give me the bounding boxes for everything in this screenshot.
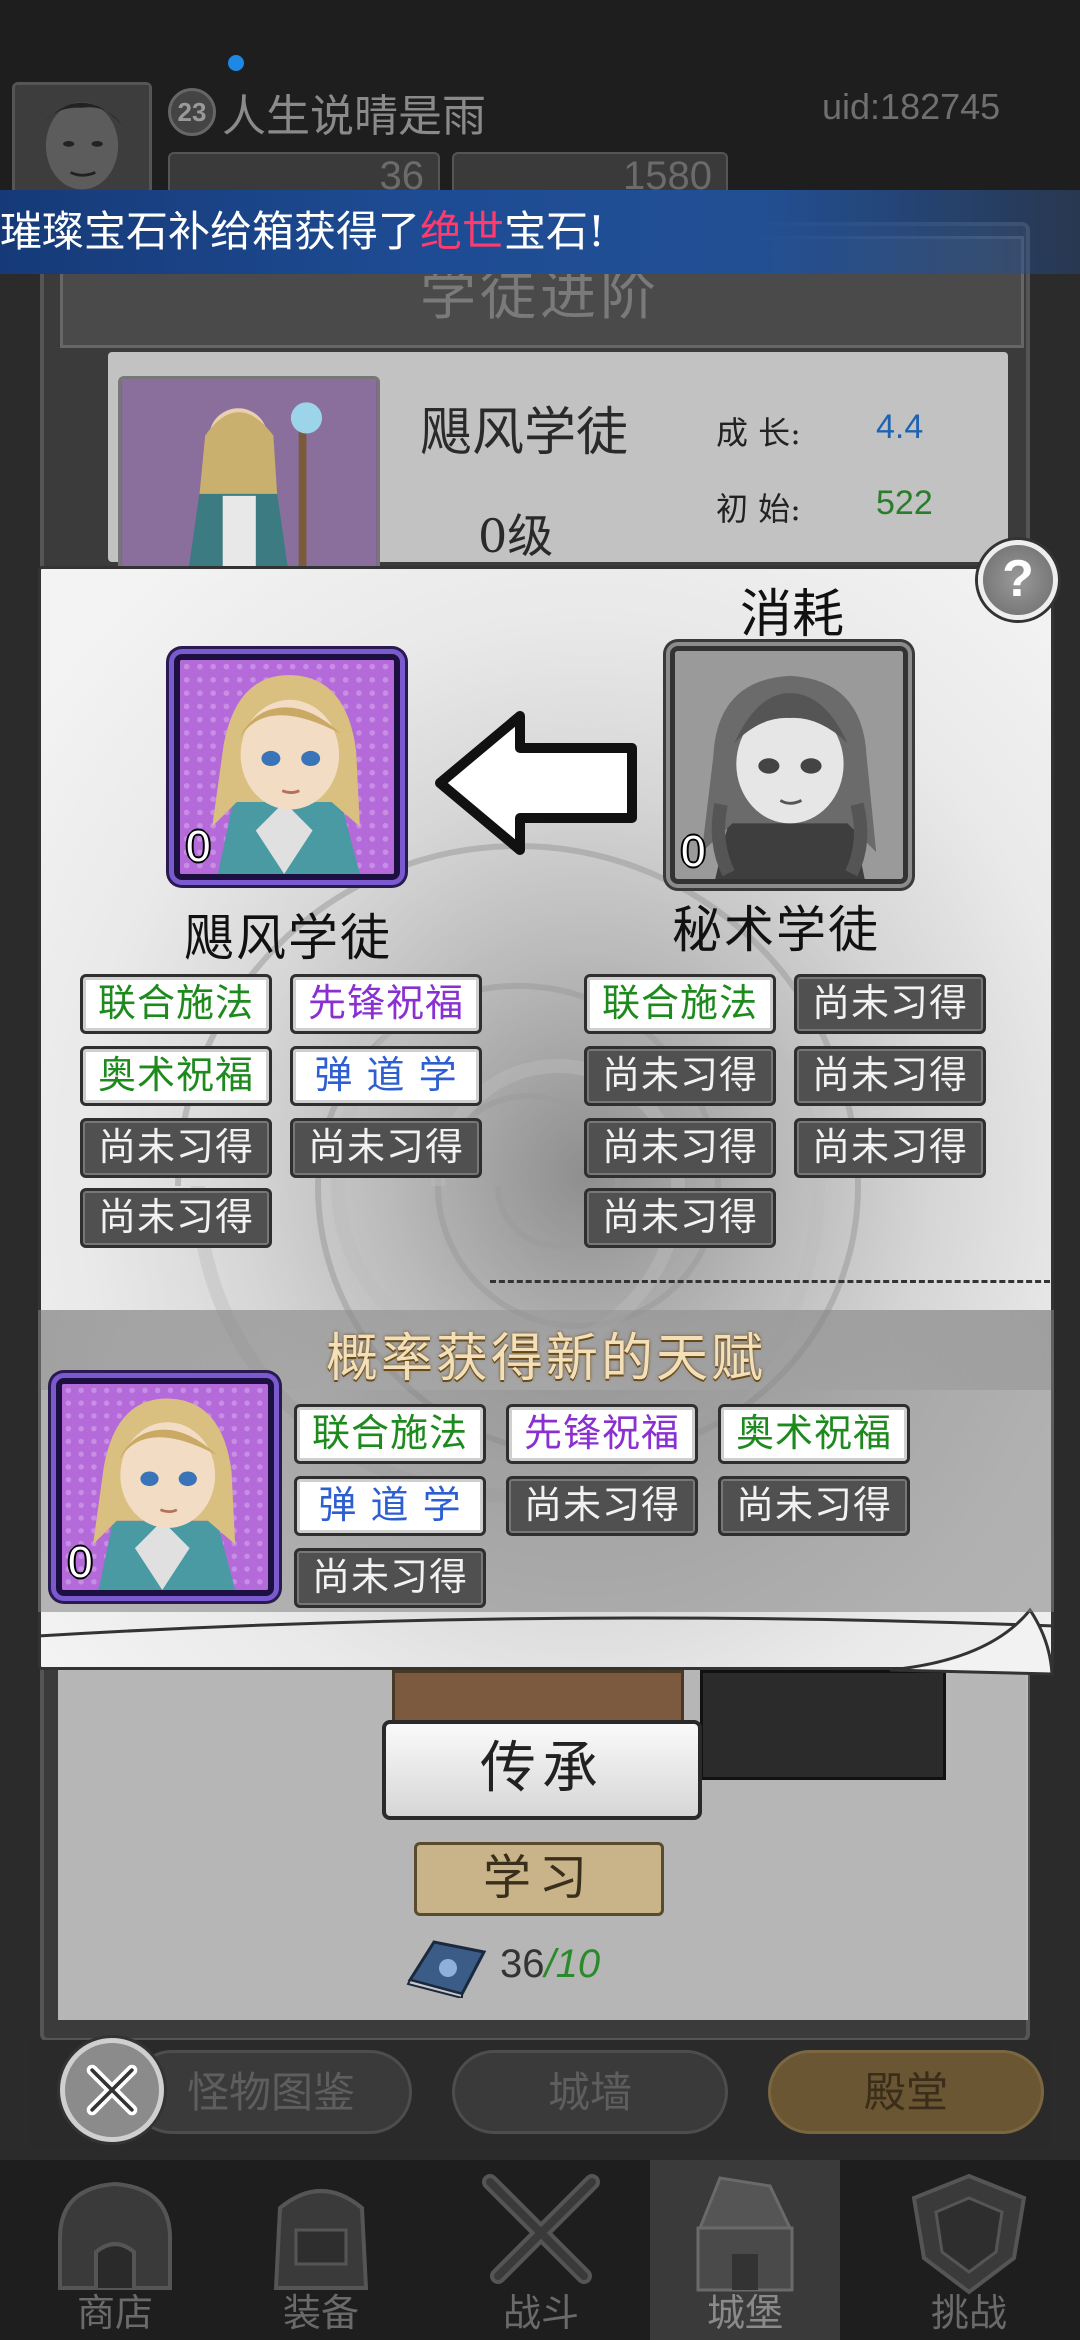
nav-equipment-label: 装备: [282, 2291, 359, 2335]
shop-icon: [58, 2181, 172, 2290]
cost-label: 消耗: [740, 585, 845, 645]
book-owned: 36: [500, 1942, 545, 1986]
tab-monster-codex[interactable]: 怪物图鉴: [130, 2050, 412, 2134]
target-talent-tag-locked[interactable]: 尚未习得: [80, 1118, 272, 1178]
announcement-suffix: 宝石!: [504, 207, 605, 256]
nav-battle-label: 战斗: [502, 2291, 579, 2335]
consumed-talent-tag-locked[interactable]: 尚未习得: [794, 974, 986, 1034]
announcement-highlight: 绝世: [420, 207, 505, 256]
result-count: 0: [68, 1538, 93, 1587]
consumed-apprentice-name: 秘术学徒: [672, 901, 880, 959]
inherit-button[interactable]: 传承: [382, 1720, 702, 1820]
announcement-text: 璀璨宝石补给箱获得了绝世宝石!: [0, 198, 605, 259]
notification-dot: [228, 55, 244, 71]
announcement-prefix: 璀璨宝石补给箱获得了: [0, 207, 421, 256]
player-name: 人生说晴是雨: [222, 91, 486, 142]
player-uid: uid:182745: [822, 86, 1001, 127]
arrow-left-icon: [435, 711, 637, 855]
result-talent-tag[interactable]: 奥术祝福: [718, 1404, 910, 1464]
skill-book-icon: [404, 1938, 488, 2000]
growth-value: 4.4: [876, 408, 924, 446]
target-apprentice-portrait[interactable]: 0: [174, 654, 400, 880]
target-count: 0: [186, 822, 211, 871]
target-apprentice-name: 飓风学徒: [184, 909, 392, 967]
apprentice-level: 0级: [478, 509, 554, 563]
castle-icon: [696, 2176, 794, 2292]
consumed-talent-tag[interactable]: 联合施法: [584, 974, 776, 1034]
consumed-talent-tag-locked[interactable]: 尚未习得: [794, 1118, 986, 1178]
book-required: /10: [544, 1942, 601, 1986]
section-divider: [490, 1280, 1050, 1286]
result-talent-tag-locked[interactable]: 尚未习得: [718, 1476, 910, 1536]
crossed-swords-icon: [482, 2174, 600, 2284]
result-talent-tag[interactable]: 弹 道 学: [294, 1476, 486, 1536]
target-talent-tag[interactable]: 弹 道 学: [290, 1046, 482, 1106]
close-button[interactable]: [60, 2038, 164, 2142]
question-mark-icon: ?: [1002, 550, 1034, 608]
player-level-badge: 23: [168, 88, 216, 136]
result-apprentice-portrait[interactable]: 0: [56, 1378, 274, 1596]
skill-card-slot-dark[interactable]: [700, 1670, 946, 1780]
nav-challenge-label: 挑战: [930, 2291, 1007, 2335]
result-talent-tag[interactable]: 先锋祝福: [506, 1404, 698, 1464]
backpack-icon: [273, 2189, 369, 2290]
result-talent-tag-locked[interactable]: 尚未习得: [294, 1548, 486, 1608]
nav-shop[interactable]: 商店: [20, 2160, 210, 2340]
target-talent-tag-locked[interactable]: 尚未习得: [80, 1188, 272, 1248]
shield-icon: [911, 2173, 1027, 2295]
consumed-talent-tag-locked[interactable]: 尚未习得: [584, 1118, 776, 1178]
consumed-talent-tag-locked[interactable]: 尚未习得: [584, 1188, 776, 1248]
learn-button[interactable]: 学习: [414, 1842, 664, 1916]
consumed-count: 0: [681, 827, 706, 876]
target-talent-tag[interactable]: 奥术祝福: [80, 1046, 272, 1106]
result-talent-tag-locked[interactable]: 尚未习得: [506, 1476, 698, 1536]
target-talent-tag-locked[interactable]: 尚未习得: [290, 1118, 482, 1178]
tab-hall[interactable]: 殿堂: [768, 2050, 1044, 2134]
tab-city-wall[interactable]: 城墙: [452, 2050, 728, 2134]
initial-label: 初 始:: [716, 490, 801, 528]
target-talent-tag[interactable]: 联合施法: [80, 974, 272, 1034]
growth-label: 成 长:: [716, 414, 801, 452]
result-talent-tag[interactable]: 联合施法: [294, 1404, 486, 1464]
initial-value: 522: [876, 484, 933, 522]
skill-book-count: 36/10: [500, 1942, 600, 1987]
nav-battle[interactable]: 战斗: [446, 2160, 636, 2340]
consumed-talent-tag-locked[interactable]: 尚未习得: [794, 1046, 986, 1106]
player-avatar[interactable]: [12, 82, 152, 202]
help-button[interactable]: ?: [978, 540, 1058, 620]
consumed-talent-tag-locked[interactable]: 尚未习得: [584, 1046, 776, 1106]
close-icon: [86, 2064, 138, 2116]
consumed-apprentice-portrait[interactable]: 0: [670, 646, 908, 884]
apprentice-name: 飓风学徒: [420, 403, 629, 463]
nav-shop-label: 商店: [76, 2291, 153, 2335]
nav-challenge[interactable]: 挑战: [874, 2160, 1064, 2340]
target-talent-tag[interactable]: 先锋祝福: [290, 974, 482, 1034]
page-curl-decoration: [889, 1607, 1054, 1676]
nav-castle[interactable]: 城堡: [650, 2160, 840, 2340]
nav-equipment[interactable]: 装备: [226, 2160, 416, 2340]
nav-castle-label: 城堡: [706, 2291, 783, 2335]
